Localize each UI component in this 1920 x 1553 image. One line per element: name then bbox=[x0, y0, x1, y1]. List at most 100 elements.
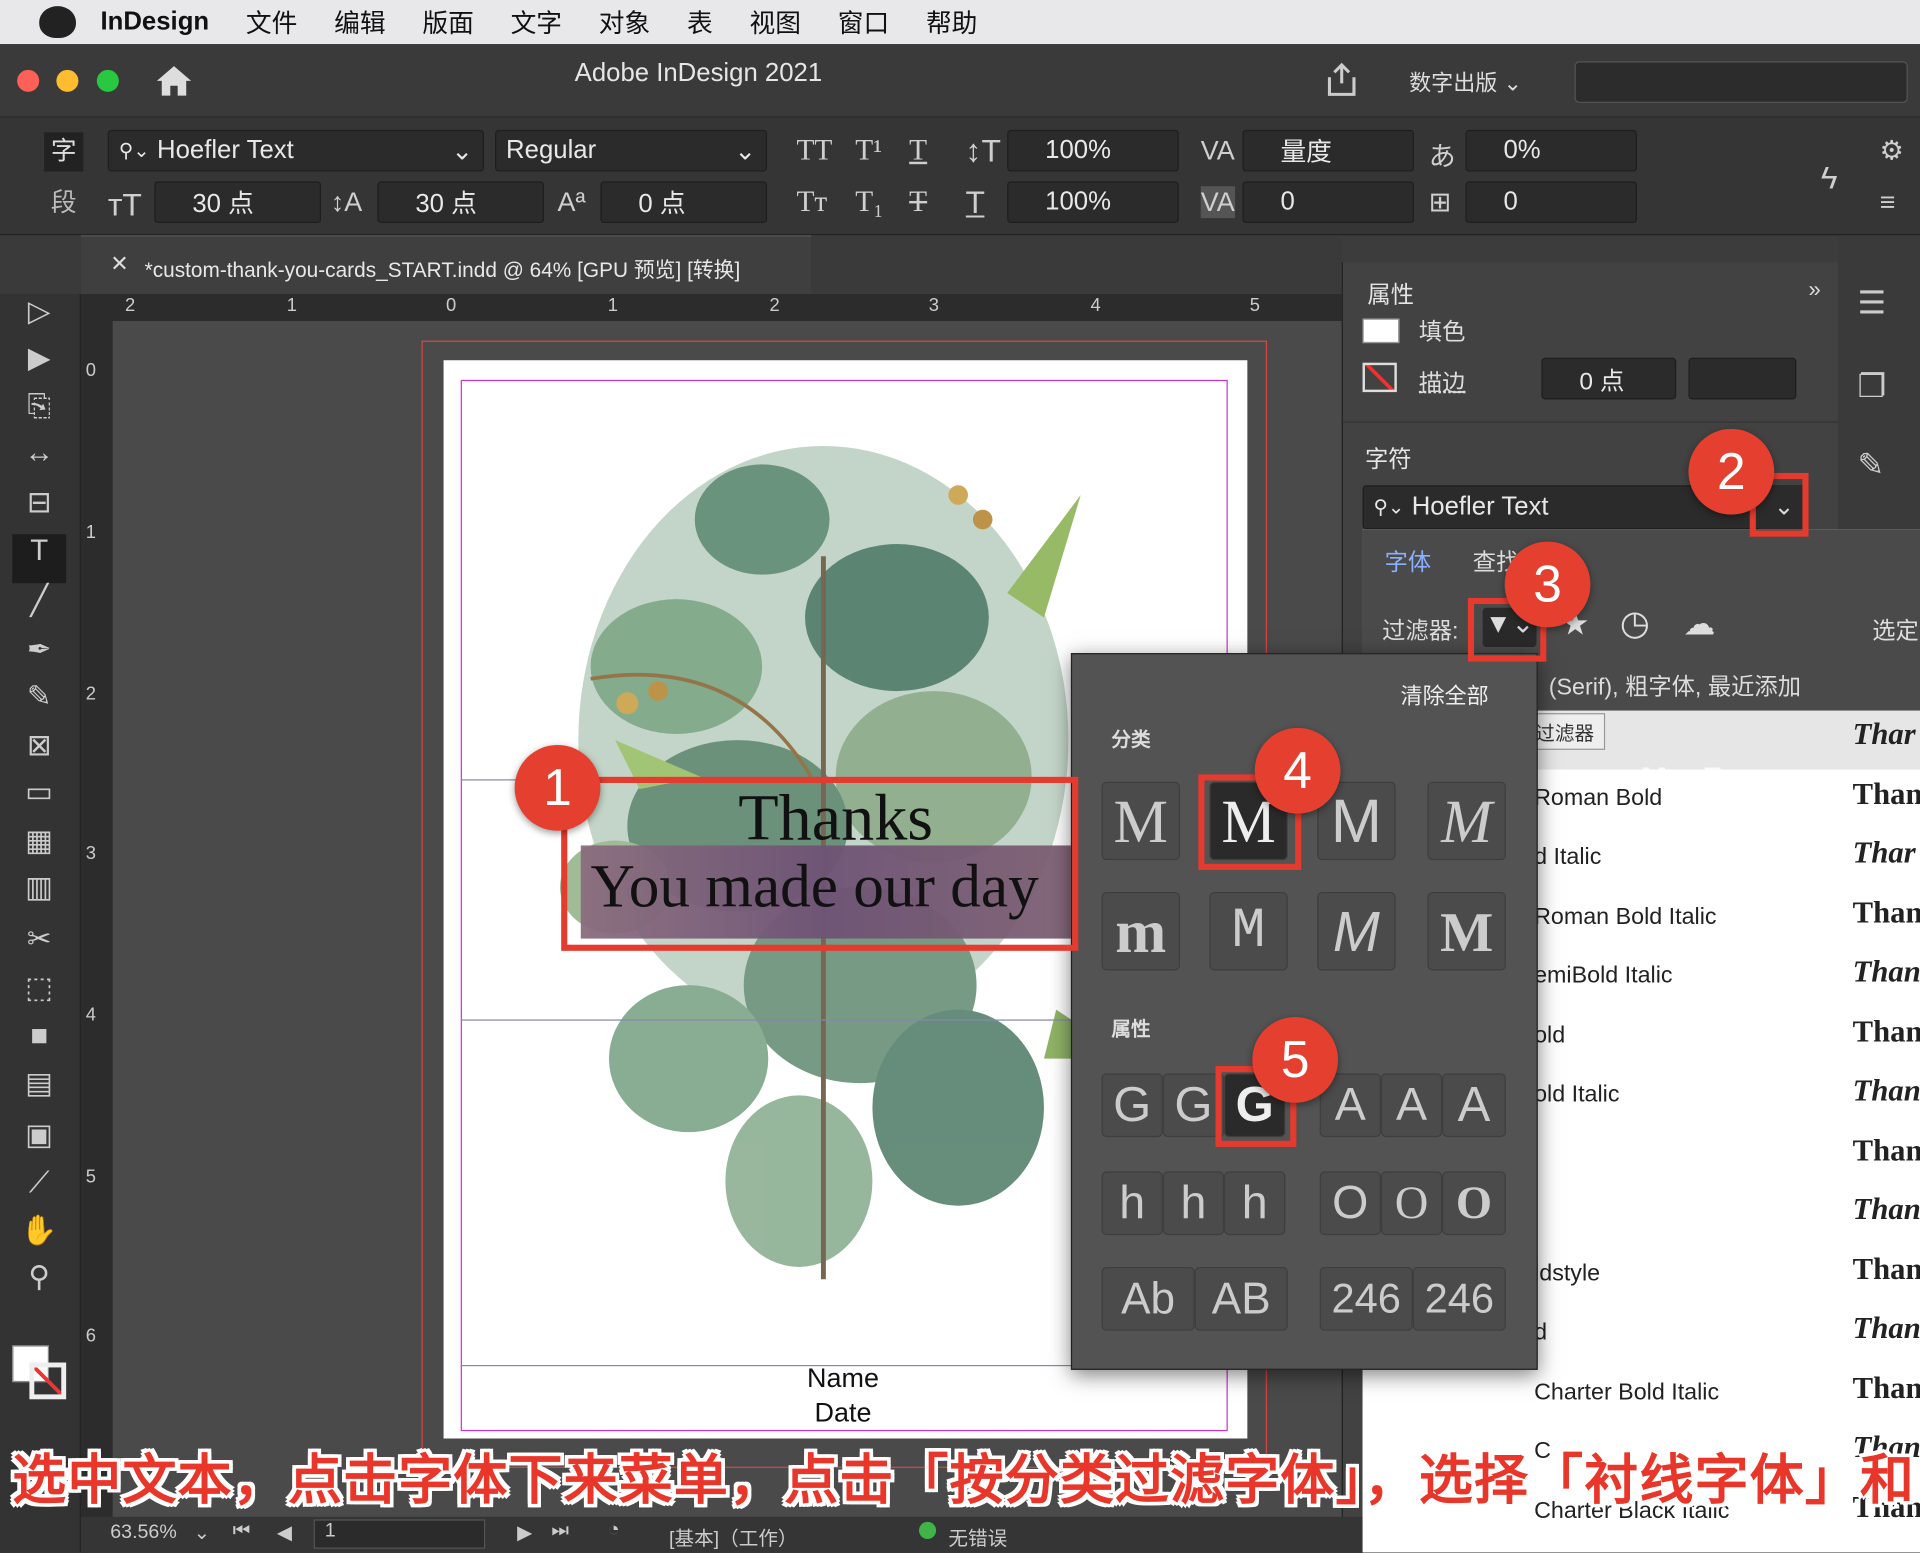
font-list-item[interactable]: Charter Bold Italic Than bbox=[1363, 1364, 1920, 1423]
menu-help[interactable]: 帮助 bbox=[926, 4, 977, 41]
menu-object[interactable]: 对象 bbox=[599, 4, 650, 41]
menu-layout[interactable]: 版面 bbox=[422, 4, 473, 41]
tab-font[interactable]: 字体 bbox=[1385, 544, 1432, 577]
gear-icon[interactable]: ⚙ bbox=[1880, 135, 1904, 167]
menu-view[interactable]: 视图 bbox=[750, 4, 801, 41]
grid-tool-icon[interactable]: ▥ bbox=[17, 870, 61, 907]
subscript-icon[interactable]: T₁ bbox=[855, 186, 883, 219]
contrast-high-button[interactable]: O bbox=[1442, 1171, 1506, 1236]
menu-icon[interactable]: ≡ bbox=[1880, 186, 1896, 218]
horizontal-scale-field[interactable]: 100% bbox=[1007, 181, 1179, 224]
minimize-window-button[interactable] bbox=[56, 69, 79, 92]
classification-script-button[interactable]: M bbox=[1427, 781, 1506, 861]
page-tool-icon[interactable]: ⎘ bbox=[17, 390, 61, 427]
menu-window[interactable]: 窗口 bbox=[838, 4, 889, 41]
weight-light-button[interactable]: G bbox=[1101, 1073, 1163, 1138]
select-label[interactable]: 选定 bbox=[1872, 613, 1919, 646]
type-tool-icon[interactable]: T bbox=[12, 534, 67, 584]
tsume-field[interactable]: 0% bbox=[1465, 129, 1638, 172]
width-normal-button[interactable]: A bbox=[1380, 1073, 1443, 1138]
gradient-swatch-tool-icon[interactable]: ■ bbox=[17, 1019, 61, 1056]
hand-tool-icon[interactable]: ✋ bbox=[17, 1213, 61, 1250]
table-tool-icon[interactable]: ▦ bbox=[17, 823, 61, 860]
zoom-window-button[interactable] bbox=[96, 69, 119, 92]
gap-tool-icon[interactable]: ↔ bbox=[17, 436, 61, 473]
card-date[interactable]: Date bbox=[720, 1397, 965, 1429]
zoom-level[interactable]: 63.56% bbox=[110, 1522, 176, 1544]
contrast-medium-button[interactable]: O bbox=[1380, 1171, 1443, 1236]
previous-page-icon[interactable]: ◀ bbox=[277, 1521, 292, 1546]
superscript-icon[interactable]: T¹ bbox=[855, 135, 882, 168]
search-field[interactable] bbox=[1574, 61, 1908, 103]
classification-serif-button[interactable]: M bbox=[1101, 781, 1180, 861]
line-tool-icon[interactable]: ╱ bbox=[17, 583, 61, 620]
stroke-type-field[interactable] bbox=[1688, 357, 1797, 400]
workspace-switcher[interactable]: 数字出版 ⌄ bbox=[1409, 66, 1522, 98]
preset-label[interactable]: [基本]（工作） bbox=[669, 1522, 798, 1551]
zoom-tool-icon[interactable]: ⚲ bbox=[17, 1260, 61, 1297]
preflight-icon[interactable]: ◔ bbox=[608, 1519, 620, 1541]
underline-icon[interactable]: T bbox=[909, 135, 927, 168]
share-icon[interactable] bbox=[1323, 61, 1360, 98]
fill-swatch[interactable] bbox=[1362, 318, 1400, 344]
font-style-field[interactable]: Regular ⌄ bbox=[495, 129, 768, 172]
card-name[interactable]: Name bbox=[720, 1363, 965, 1395]
free-transform-tool-icon[interactable]: ⬚ bbox=[17, 970, 61, 1007]
note-tool-icon[interactable]: ▣ bbox=[17, 1117, 61, 1154]
next-page-icon[interactable]: ▶ bbox=[517, 1521, 532, 1546]
close-tab-icon[interactable]: ✕ bbox=[110, 251, 128, 277]
cc-libraries-icon[interactable]: ✎ bbox=[1858, 446, 1905, 490]
classification-monospace-button[interactable]: M bbox=[1209, 892, 1288, 971]
last-page-icon[interactable]: ⏭ bbox=[551, 1521, 569, 1543]
eyedropper-tool-icon[interactable]: ⟋ bbox=[17, 1166, 61, 1203]
leading-field[interactable]: 30 点 bbox=[377, 181, 545, 224]
properties-panel-icon[interactable]: ☰ bbox=[1858, 284, 1905, 328]
direct-selection-tool-icon[interactable]: ▶ bbox=[17, 341, 61, 378]
clear-all-button[interactable]: 清除全部 bbox=[1401, 679, 1489, 711]
contrast-low-button[interactable]: O bbox=[1319, 1171, 1381, 1236]
baseline-shift-field[interactable]: 0 点 bbox=[600, 181, 768, 224]
pages-panel-icon[interactable]: ❐ bbox=[1858, 368, 1905, 412]
rectangle-frame-tool-icon[interactable]: ⊠ bbox=[17, 728, 61, 765]
small-caps-icon[interactable]: Tт bbox=[796, 186, 827, 219]
collapse-icon[interactable]: » bbox=[1809, 277, 1821, 303]
character-mode-button[interactable]: 字 bbox=[44, 132, 84, 172]
strikethrough-icon[interactable]: T bbox=[909, 186, 927, 219]
menu-edit[interactable]: 编辑 bbox=[334, 4, 385, 41]
grid-field[interactable]: 0 bbox=[1465, 181, 1638, 224]
menu-file[interactable]: 文件 bbox=[246, 4, 297, 41]
stroke-swatch[interactable] bbox=[1362, 362, 1397, 393]
tracking-field[interactable]: 0 bbox=[1242, 181, 1414, 224]
case-standard-button[interactable]: Ab bbox=[1101, 1266, 1195, 1331]
document-tab[interactable]: ✕ *custom-thank-you-cards_START.indd @ 6… bbox=[80, 235, 812, 295]
stroke-swatch[interactable] bbox=[29, 1362, 67, 1400]
stroke-weight-field[interactable]: 0 点 bbox=[1541, 357, 1677, 400]
classification-handwritten-button[interactable]: M bbox=[1317, 892, 1396, 971]
pen-tool-icon[interactable]: ✒ bbox=[17, 632, 61, 669]
all-caps-icon[interactable]: TT bbox=[796, 135, 832, 168]
font-size-field[interactable]: 30 点 bbox=[154, 181, 322, 224]
clock-icon[interactable]: ◷ bbox=[1620, 603, 1650, 643]
cloud-icon[interactable]: ☁ bbox=[1684, 605, 1716, 643]
selection-tool-icon[interactable]: ▷ bbox=[17, 294, 61, 331]
page-number-field[interactable]: 1 bbox=[313, 1519, 486, 1549]
vertical-scale-field[interactable]: 100% bbox=[1007, 129, 1179, 172]
xheight-large-button[interactable]: h bbox=[1224, 1171, 1286, 1236]
close-window-button[interactable] bbox=[17, 69, 40, 92]
width-extended-button[interactable]: A bbox=[1442, 1073, 1506, 1138]
rectangle-tool-icon[interactable]: ▭ bbox=[17, 774, 61, 811]
font-family-field[interactable]: ⚲⌄ Hoefler Text ⌄ bbox=[107, 129, 484, 172]
chevron-down-icon[interactable]: ⌄ bbox=[194, 1521, 210, 1546]
home-icon[interactable] bbox=[154, 64, 193, 98]
apple-icon[interactable] bbox=[39, 6, 76, 38]
case-caps-button[interactable]: AB bbox=[1194, 1266, 1288, 1331]
first-page-icon[interactable]: ⏮ bbox=[233, 1521, 251, 1543]
xheight-small-button[interactable]: h bbox=[1101, 1171, 1163, 1236]
scissors-tool-icon[interactable]: ✂ bbox=[17, 921, 61, 958]
numerals-oldstyle-button[interactable]: 246 bbox=[1412, 1266, 1506, 1331]
classification-decorative-button[interactable]: M bbox=[1427, 892, 1506, 971]
stroke-label[interactable]: 描边 bbox=[1419, 365, 1466, 398]
menu-app[interactable]: InDesign bbox=[100, 7, 209, 36]
gradient-feather-tool-icon[interactable]: ▤ bbox=[17, 1066, 61, 1103]
paragraph-mode-button[interactable]: 段 bbox=[44, 184, 83, 223]
